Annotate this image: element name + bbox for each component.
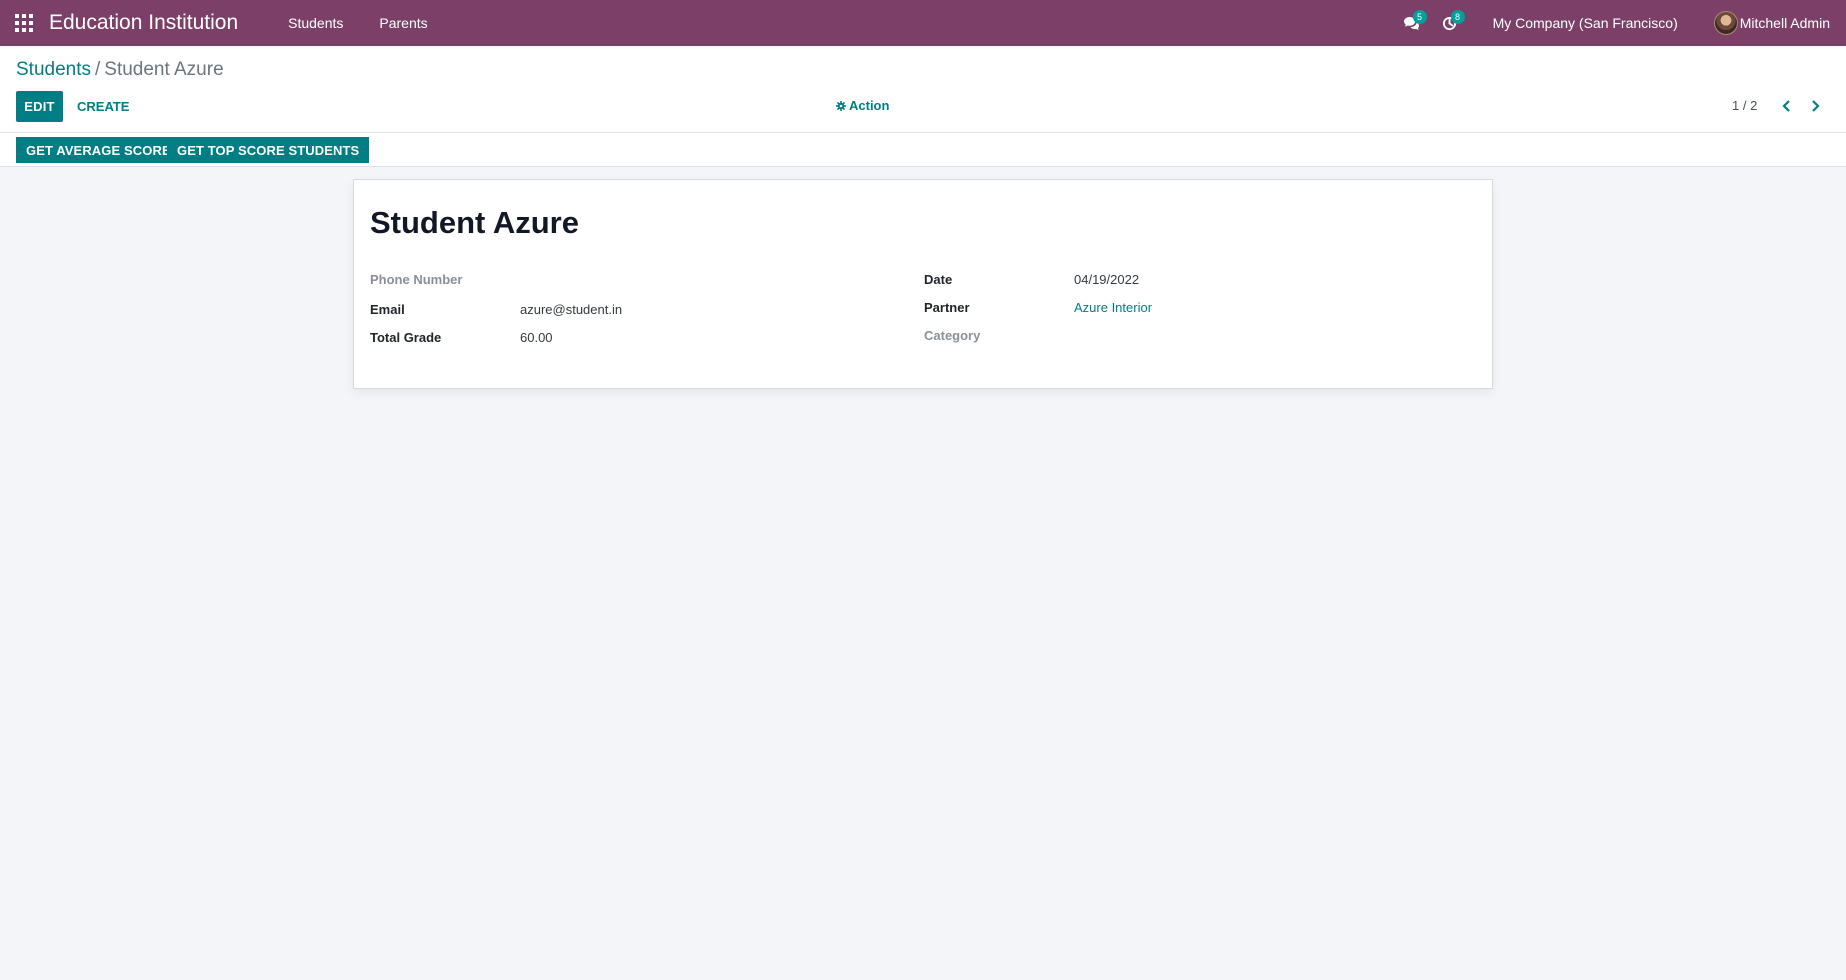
edit-button[interactable]: EDIT xyxy=(16,91,63,122)
field-label: Partner xyxy=(924,300,970,315)
main-menu: Students Parents xyxy=(270,0,446,46)
field-phone-number: Phone Number xyxy=(370,272,520,287)
action-dropdown[interactable]: Action xyxy=(836,98,889,113)
messages-badge: 5 xyxy=(1412,10,1427,24)
field-email: Email azure@student.in xyxy=(370,302,622,317)
messaging-button[interactable]: 5 xyxy=(1393,0,1431,46)
control-panel: Students / Student Azure EDIT CREATE Actio… xyxy=(0,46,1846,133)
field-value: azure@student.in xyxy=(520,302,623,317)
action-label: Action xyxy=(849,98,890,113)
user-name: Mitchell Admin xyxy=(1739,15,1830,31)
chevron-left-icon xyxy=(1782,100,1790,112)
field-label: Date xyxy=(924,272,953,287)
apps-grid-icon[interactable] xyxy=(0,0,48,46)
activities-badge: 8 xyxy=(1450,10,1465,24)
top-navbar: Education Institution Students Parents 5… xyxy=(0,0,1846,46)
app-brand[interactable]: Education Institution xyxy=(49,11,238,35)
form-sheet: Student Azure Phone Number Email azure@s… xyxy=(353,179,1493,389)
field-category: Category xyxy=(924,328,1074,343)
field-label: Phone Number xyxy=(370,272,463,287)
pager-previous-button[interactable] xyxy=(1775,94,1799,118)
activities-button[interactable]: 8 xyxy=(1431,0,1469,46)
user-menu[interactable]: Mitchell Admin xyxy=(1713,11,1830,35)
create-button[interactable]: CREATE xyxy=(70,91,136,122)
chevron-right-icon xyxy=(1812,100,1820,112)
breadcrumb-separator: / xyxy=(95,59,101,80)
systray: 5 8 My Company (San Francisco) Mitchell … xyxy=(1393,0,1846,46)
field-date: Date 04/19/2022 xyxy=(924,272,1139,287)
user-avatar xyxy=(1713,11,1738,35)
get-top-score-students-button[interactable]: GET TOP SCORE STUDENTS xyxy=(167,137,370,163)
form-statusbar: GET AVERAGE SCORE GET TOP SCORE STUDENTS xyxy=(0,133,1846,167)
field-value: 60.00 xyxy=(520,330,553,345)
field-label: Total Grade xyxy=(370,330,442,345)
menu-item-students[interactable]: Students xyxy=(270,0,361,46)
company-switcher[interactable]: My Company (San Francisco) xyxy=(1493,15,1678,31)
gear-icon xyxy=(836,100,846,111)
partner-link[interactable]: Azure Interior xyxy=(1074,300,1152,315)
field-total-grade: Total Grade 60.00 xyxy=(370,330,553,345)
menu-item-parents[interactable]: Parents xyxy=(361,0,445,46)
get-average-score-button[interactable]: GET AVERAGE SCORE xyxy=(16,137,181,163)
field-label: Category xyxy=(924,328,981,343)
pager-next-button[interactable] xyxy=(1803,94,1827,118)
pager-value[interactable]: 1 / 2 xyxy=(1732,98,1757,113)
field-partner: Partner Azure Interior xyxy=(924,300,1152,315)
breadcrumb-students-link[interactable]: Students xyxy=(16,59,91,80)
field-value: 04/19/2022 xyxy=(1074,272,1140,287)
breadcrumb-current: Student Azure xyxy=(104,59,224,80)
breadcrumb: Students / Student Azure xyxy=(16,59,224,81)
field-label: Email xyxy=(370,302,405,317)
record-title[interactable]: Student Azure xyxy=(370,205,579,241)
